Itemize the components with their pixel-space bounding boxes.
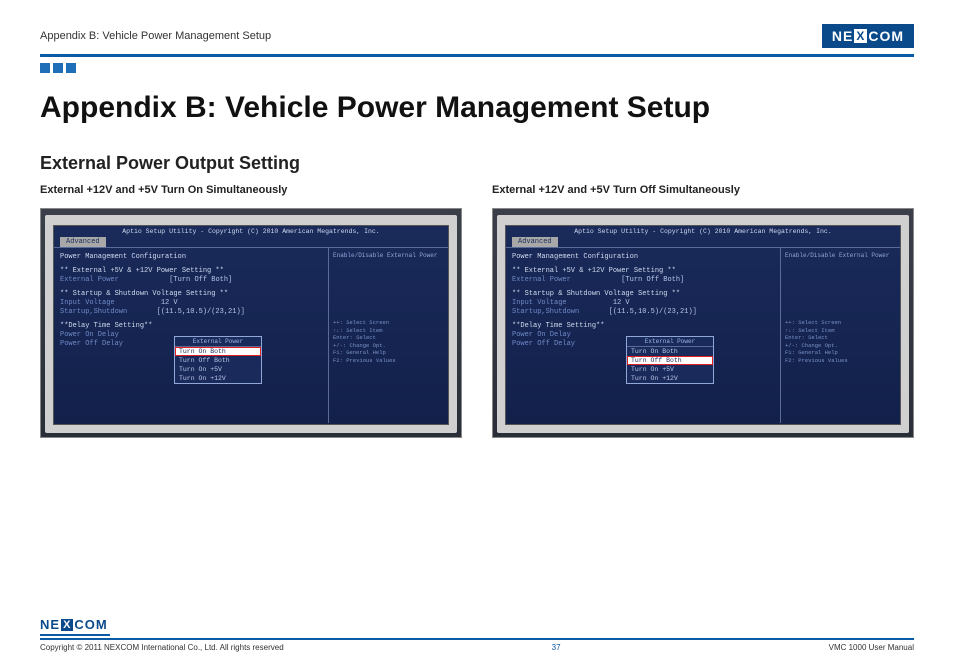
config-title: Power Management Configuration (60, 253, 322, 261)
footer-logo-x-icon: X (61, 619, 73, 631)
help-key-line: +/-: Change Opt. (785, 342, 896, 349)
input-voltage-label: Input Voltage (60, 299, 115, 307)
bios-screenshot: Aptio Setup Utility - Copyright (C) 2010… (492, 208, 914, 438)
footer-logo: NEXCOM (40, 617, 914, 632)
help-key-line: F2: Previous Values (785, 357, 896, 364)
startup-shutdown-value: [(11.5,10.5)/(23,21)] (609, 308, 697, 316)
popup-option[interactable]: Turn On +12V (627, 374, 713, 383)
bios-left-pane: Power Management Configuration ** Extern… (506, 248, 780, 423)
page-title: Appendix B: Vehicle Power Management Set… (40, 91, 914, 125)
help-key-line: Enter: Select (785, 334, 896, 341)
popup-title: External Power (175, 337, 261, 347)
ext-power-value[interactable]: [Turn Off Both] (169, 276, 232, 284)
page-footer: NEXCOM Copyright © 2011 NEXCOM Internati… (40, 617, 914, 652)
bios-tab-advanced[interactable]: Advanced (512, 237, 558, 247)
popup-title: External Power (627, 337, 713, 347)
bios-screen: Aptio Setup Utility - Copyright (C) 2010… (505, 225, 901, 425)
group-ext-power: ** External +5V & +12V Power Setting ** (60, 267, 322, 275)
screenshot-column: External +12V and +5V Turn Off Simultane… (492, 184, 914, 438)
help-key-line: F1: General Help (785, 349, 896, 356)
header-rule (40, 54, 914, 57)
help-key-line: +/-: Change Opt. (333, 342, 444, 349)
help-key-line: ++: Select Screen (785, 319, 896, 326)
right-help-text: Enable/Disable External Power (333, 252, 444, 259)
page-number: 37 (552, 643, 561, 652)
popup-option[interactable]: Turn On Both (627, 347, 713, 356)
bios-screen: Aptio Setup Utility - Copyright (C) 2010… (53, 225, 449, 425)
footer-rule (40, 638, 914, 640)
startup-shutdown-value: [(11.5,10.5)/(23,21)] (157, 308, 245, 316)
screenshot-column: External +12V and +5V Turn On Simultaneo… (40, 184, 462, 438)
bios-right-pane: Enable/Disable External Power ++: Select… (328, 248, 448, 423)
popup-option[interactable]: Turn Off Both (175, 356, 261, 365)
monitor-bezel: Aptio Setup Utility - Copyright (C) 2010… (497, 215, 909, 433)
help-key-line: ↑↓: Select Item (785, 327, 896, 334)
ext-power-label: External Power (512, 276, 571, 284)
popup-option[interactable]: Turn On Both (175, 347, 261, 356)
group-ext-power: ** External +5V & +12V Power Setting ** (512, 267, 774, 275)
nexcom-logo: NE COMNEXCOM (822, 24, 914, 48)
popup-option[interactable]: Turn On +5V (175, 365, 261, 374)
input-voltage-value: 12 V (613, 299, 630, 307)
help-keys: ++: Select Screen↑↓: Select ItemEnter: S… (333, 319, 444, 364)
group-delay: **Delay Time Setting** (512, 322, 774, 330)
startup-shutdown-label: Startup,Shutdown (512, 308, 579, 316)
popup-option[interactable]: Turn On +12V (175, 374, 261, 383)
external-power-popup[interactable]: External Power Turn On BothTurn Off Both… (174, 336, 262, 384)
input-voltage-label: Input Voltage (512, 299, 567, 307)
group-startup: ** Startup & Shutdown Voltage Setting ** (512, 290, 774, 298)
decorative-squares-icon (40, 63, 914, 73)
help-key-line: ↑↓: Select Item (333, 327, 444, 334)
input-voltage-value: 12 V (161, 299, 178, 307)
help-key-line: ++: Select Screen (333, 319, 444, 326)
bios-title-bar: Aptio Setup Utility - Copyright (C) 2010… (506, 226, 900, 237)
help-key-line: Enter: Select (333, 334, 444, 341)
external-power-popup[interactable]: External Power Turn On BothTurn Off Both… (626, 336, 714, 384)
help-keys: ++: Select Screen↑↓: Select ItemEnter: S… (785, 319, 896, 364)
popup-option[interactable]: Turn On +5V (627, 365, 713, 374)
group-startup: ** Startup & Shutdown Voltage Setting ** (60, 290, 322, 298)
monitor-bezel: Aptio Setup Utility - Copyright (C) 2010… (45, 215, 457, 433)
manual-name: VMC 1000 User Manual (829, 643, 914, 652)
startup-shutdown-label: Startup,Shutdown (60, 308, 127, 316)
breadcrumb: Appendix B: Vehicle Power Management Set… (40, 30, 271, 42)
column-subhead: External +12V and +5V Turn On Simultaneo… (40, 184, 462, 196)
ext-power-label: External Power (60, 276, 119, 284)
logo-x-icon: X (854, 29, 867, 43)
column-subhead: External +12V and +5V Turn Off Simultane… (492, 184, 914, 196)
footer-logo-underline (40, 634, 110, 636)
bios-title-bar: Aptio Setup Utility - Copyright (C) 2010… (54, 226, 448, 237)
help-key-line: F2: Previous Values (333, 357, 444, 364)
screenshot-columns: External +12V and +5V Turn On Simultaneo… (40, 184, 914, 438)
right-help-text: Enable/Disable External Power (785, 252, 896, 259)
section-title: External Power Output Setting (40, 153, 914, 174)
ext-power-value[interactable]: [Turn Off Both] (621, 276, 684, 284)
bios-left-pane: Power Management Configuration ** Extern… (54, 248, 328, 423)
bios-right-pane: Enable/Disable External Power ++: Select… (780, 248, 900, 423)
copyright-text: Copyright © 2011 NEXCOM International Co… (40, 643, 284, 652)
bios-tab-advanced[interactable]: Advanced (60, 237, 106, 247)
group-delay: **Delay Time Setting** (60, 322, 322, 330)
bios-screenshot: Aptio Setup Utility - Copyright (C) 2010… (40, 208, 462, 438)
help-key-line: F1: General Help (333, 349, 444, 356)
config-title: Power Management Configuration (512, 253, 774, 261)
popup-option[interactable]: Turn Off Both (627, 356, 713, 365)
